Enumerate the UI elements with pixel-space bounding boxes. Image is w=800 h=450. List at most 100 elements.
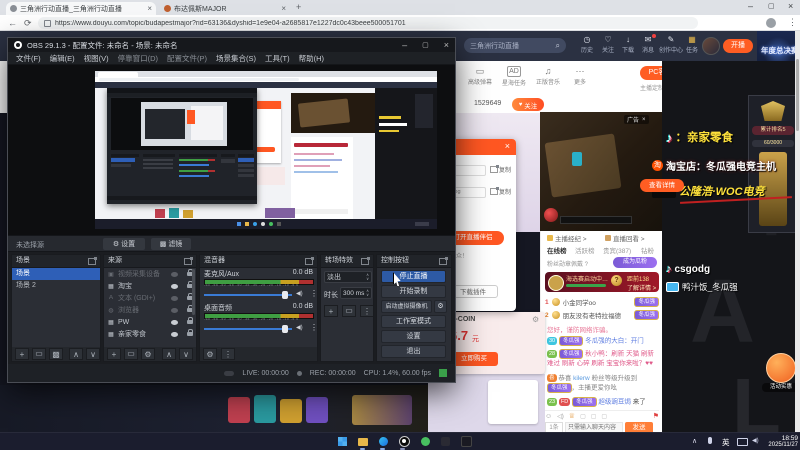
mixer-settings-button[interactable]: ⚙ (203, 348, 217, 360)
douyu-nav-download[interactable]: ↓ 下载 (618, 35, 638, 54)
visibility-icon[interactable] (171, 307, 178, 313)
obs-minimize-icon[interactable]: – (402, 40, 407, 50)
transition-select[interactable]: 淡出 ∧ ∨ (324, 271, 372, 283)
douyu-nav-follow[interactable]: ♡ 关注 (598, 35, 618, 54)
display-tray-icon[interactable] (737, 438, 748, 446)
menu-scene-collection[interactable]: 场景集合(S) (216, 53, 256, 64)
send-button[interactable]: 发送 (625, 421, 653, 432)
obs-taskbar-icon[interactable] (399, 436, 410, 447)
copy-key-button[interactable]: 复制 (490, 187, 511, 196)
user-avatar[interactable] (702, 37, 720, 55)
lock-icon[interactable] (187, 329, 193, 336)
popout-icon[interactable] (361, 256, 370, 265)
stop-streaming-button[interactable]: 停止直播 (381, 270, 446, 283)
emoji-icon[interactable]: ☺ (545, 413, 552, 420)
scene-up-button[interactable]: ∧ (69, 348, 83, 360)
flag-icon[interactable]: ⚑ (653, 412, 659, 420)
source-down-button[interactable]: ∨ (179, 348, 193, 360)
douyu-nav-message[interactable]: ✉ 消息 (638, 34, 658, 54)
stepper-icons[interactable]: ∧ ∨ (366, 273, 369, 281)
menu-profile[interactable]: 配置文件(P) (167, 53, 207, 64)
source-row-taobao[interactable]: ▦ 淘宝 (104, 280, 196, 292)
remove-scene-button[interactable]: ▭ (32, 348, 46, 360)
mixer-options-button[interactable]: ⋮ (221, 348, 235, 360)
window-minimize-icon[interactable]: – (748, 1, 753, 11)
source-row-text[interactable]: A 文本 (GDI+) (104, 292, 196, 304)
panel-icon[interactable]: ▢ (580, 413, 586, 420)
follow-button[interactable]: ♥ 关注 (512, 98, 544, 111)
chat-input[interactable] (565, 422, 623, 432)
download-plugin-button[interactable]: 下载插件 (448, 285, 498, 298)
obs-titlebar[interactable]: OBS 29.1.3 - 配置文件: 未命名 - 场景: 未命名 – ▢ × (8, 38, 455, 52)
visibility-icon[interactable] (171, 295, 178, 301)
tab-close-icon[interactable]: × (281, 4, 286, 13)
activity-float-button[interactable] (766, 353, 796, 383)
mic-mute-icon[interactable]: ◀) (296, 290, 303, 297)
video-player[interactable]: 广告 × (540, 112, 662, 231)
douyu-nav-history[interactable]: ◷ 历史 (577, 35, 597, 54)
gcoin-settings-icon[interactable]: ⚙ (532, 315, 539, 324)
toolbar-danmu[interactable]: ▭ 高级弹幕 (466, 65, 494, 86)
mic-volume-slider[interactable] (204, 291, 292, 299)
chat-link-replay[interactable]: 直播回看 > (605, 233, 645, 243)
source-up-button[interactable]: ∧ (162, 348, 176, 360)
edge-browser-icon[interactable] (379, 437, 388, 446)
virtual-camera-button[interactable]: 启动虚拟摄像机 (381, 300, 432, 313)
source-row-snack[interactable]: ▦ 亲家零食 (104, 328, 196, 340)
source-filters-button[interactable]: ▩ 滤镜 (151, 238, 191, 250)
menu-edit[interactable]: 编辑(E) (50, 53, 75, 64)
volume-tray-icon[interactable]: ◀) (752, 437, 759, 444)
chat-tab-vip[interactable]: 贵宾(387) (603, 245, 631, 255)
window-close-icon[interactable]: × (788, 1, 793, 11)
browser-avatar[interactable] (766, 18, 776, 28)
clock[interactable]: 18:59 2025/11/27 (764, 435, 798, 449)
tab-delta-live[interactable]: 三角洲行动直播_三角洲行动直播 × (6, 2, 156, 15)
page-scrollbar[interactable] (795, 31, 800, 432)
desktop-options-icon[interactable]: ⋮ (310, 323, 317, 332)
menu-help[interactable]: 帮助(H) (299, 53, 324, 64)
scrollbar-thumb[interactable] (796, 59, 799, 131)
tab-close-icon[interactable]: × (147, 4, 152, 13)
slider-handle[interactable] (282, 291, 288, 299)
modal-close-icon[interactable]: × (505, 141, 510, 151)
lock-icon[interactable] (187, 317, 193, 324)
add-source-button[interactable]: + (107, 348, 121, 360)
speaker-icon[interactable]: ◁) (557, 413, 564, 420)
duration-input[interactable]: 300 ms ∧ ∨ (340, 287, 372, 299)
toolbar-music[interactable]: ♫ 正版音乐 (534, 65, 562, 86)
new-tab-button[interactable]: + (296, 2, 301, 12)
douyu-nav-creator[interactable]: ✎ 创作中心 (658, 35, 684, 54)
menu-view[interactable]: 视图(V) (84, 53, 109, 64)
tray-chevron-icon[interactable]: ∧ (692, 437, 697, 445)
app-icon[interactable] (461, 436, 472, 447)
popout-icon[interactable] (305, 256, 314, 265)
gcoin-buy-button[interactable]: 立即购买 (450, 352, 498, 366)
remove-source-button[interactable]: ▭ (124, 348, 138, 360)
input-language[interactable]: 英 (722, 437, 730, 448)
toolbar-task[interactable]: AD 星海任务 (500, 65, 528, 87)
exit-button[interactable]: 退出 (381, 345, 446, 358)
visibility-icon[interactable] (171, 319, 178, 325)
ad-detail-button[interactable]: 查看详情 (640, 179, 684, 192)
start-recording-button[interactable]: 开始录制 (381, 285, 446, 298)
chat-tab-online[interactable]: 在线榜 (547, 245, 567, 255)
panel-icon[interactable]: ▢ (601, 413, 607, 420)
wechat-icon[interactable] (421, 437, 430, 446)
visibility-icon[interactable] (171, 331, 178, 337)
copy-server-button[interactable]: 复制 (490, 165, 511, 174)
douyu-search[interactable]: 三角洲行动直播 ⌕ (464, 38, 566, 53)
source-properties-button[interactable]: ⚙ (141, 348, 155, 360)
file-explorer-icon[interactable] (358, 437, 368, 446)
popout-icon[interactable] (184, 256, 193, 265)
sources-scrollbar[interactable] (192, 269, 195, 315)
douyu-nav-task[interactable]: ▦ 任务 (683, 35, 701, 54)
popout-icon[interactable] (439, 256, 448, 265)
rank-row-2[interactable]: 2 朋友没有老特拉福德 冬瓜强 (545, 309, 659, 321)
refresh-icon[interactable]: ⟳ (24, 18, 32, 29)
visibility-icon[interactable] (171, 283, 178, 289)
rank-row-1[interactable]: 1 小金同学oo 冬瓜强 (545, 296, 659, 308)
add-transition-button[interactable]: + (324, 305, 338, 317)
go-live-button[interactable]: 开播 (723, 39, 753, 53)
panel-icon[interactable]: ▢ (591, 413, 597, 420)
event-banner[interactable]: 海选赛启动中… ? 距前138 了解详情 > (545, 272, 659, 292)
